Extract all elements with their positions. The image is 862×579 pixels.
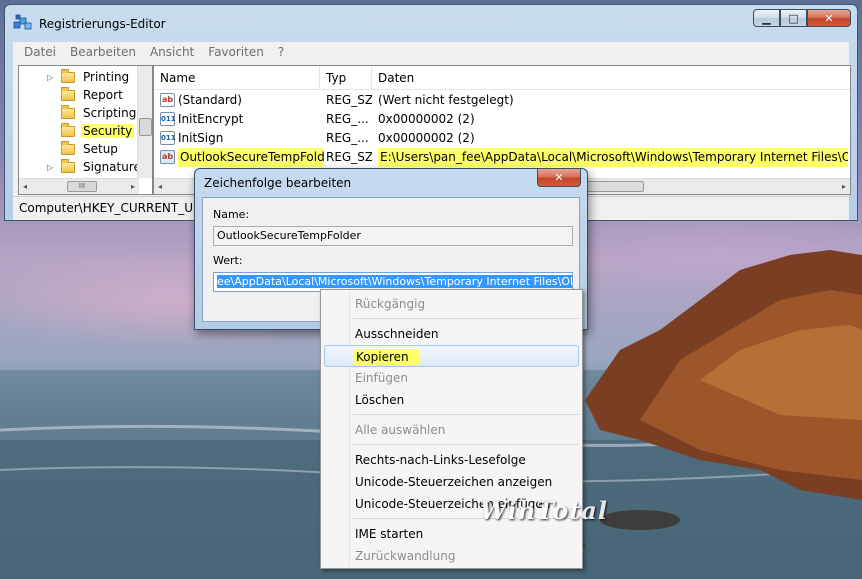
key-tree[interactable]: ▷ Printing Report Scripting Security Set…: [18, 65, 153, 195]
scroll-right-icon[interactable]: ▸: [842, 182, 846, 191]
value-data: 0x00000002 (2): [378, 112, 475, 126]
value-type: REG_SZ: [326, 93, 372, 107]
menu-favoriten[interactable]: Favoriten: [201, 45, 271, 59]
menu-item-cut[interactable]: Ausschneiden: [324, 323, 579, 345]
name-field[interactable]: OutlookSecureTempFolder: [213, 226, 573, 246]
value-label: Wert:: [213, 254, 243, 267]
folder-icon: [61, 104, 75, 119]
tree-item-label: Security: [81, 124, 135, 138]
value-type: REG_SZ: [326, 150, 372, 164]
value-row[interactable]: 011 InitEncrypt REG_... 0x00000002 (2): [154, 110, 850, 129]
value-row[interactable]: 011 InitSign REG_... 0x00000002 (2): [154, 129, 850, 148]
menu-ansicht[interactable]: Ansicht: [143, 45, 201, 59]
registry-editor-icon: [13, 14, 32, 30]
scroll-left-icon[interactable]: ◂: [158, 182, 162, 191]
menu-separator: [353, 414, 579, 415]
tree-item-security[interactable]: Security: [19, 122, 135, 140]
tree-item-label: Setup: [83, 142, 118, 156]
tree-horizontal-scrollbar[interactable]: ◂ III ▸: [19, 178, 139, 194]
minimize-button[interactable]: ▁: [753, 9, 780, 27]
string-value-icon: ab: [160, 93, 175, 107]
string-value-icon: ab: [160, 150, 175, 164]
value-type: REG_...: [326, 131, 369, 145]
tree-item-report[interactable]: Report: [19, 86, 125, 104]
scroll-left-icon[interactable]: ◂: [23, 182, 27, 191]
tree-item-scripting[interactable]: Scripting: [19, 104, 138, 122]
caption-buttons: ▁ □ ✕: [753, 9, 851, 27]
menu-item-rtl-reading-order[interactable]: Rechts-nach-Links-Lesefolge: [324, 449, 579, 471]
menu-item-delete[interactable]: Löschen: [324, 389, 579, 411]
context-menu: Rückgängig Ausschneiden Kopieren Einfüge…: [320, 289, 583, 569]
menu-help[interactable]: ?: [271, 45, 291, 59]
menu-separator: [353, 318, 579, 319]
expand-icon[interactable]: ▷: [47, 73, 55, 82]
column-header-name[interactable]: Name: [154, 66, 320, 90]
value-data: (Wert nicht festgelegt): [378, 93, 514, 107]
tree-item-setup[interactable]: Setup: [19, 140, 120, 158]
menu-datei[interactable]: Datei: [17, 45, 63, 59]
tree-item-label: Printing: [83, 70, 130, 84]
menu-item-show-unicode-control[interactable]: Unicode-Steuerzeichen anzeigen: [324, 471, 579, 493]
value-name: InitEncrypt: [178, 112, 244, 126]
scroll-thumb[interactable]: [139, 118, 152, 136]
expand-icon[interactable]: ▷: [47, 163, 55, 172]
maximize-button[interactable]: □: [780, 9, 807, 27]
window-title: Registrierungs-Editor: [39, 17, 166, 31]
dialog-title: Zeichenfolge bearbeiten: [204, 176, 352, 190]
list-header: Name Typ Daten: [154, 66, 850, 90]
scroll-thumb[interactable]: III: [67, 181, 97, 192]
folder-icon: [61, 86, 75, 101]
menu-bar: Datei Bearbeiten Ansicht Favoriten ?: [13, 42, 849, 62]
title-bar[interactable]: Registrierungs-Editor ▁ □ ✕: [5, 5, 857, 37]
value-name: InitSign: [178, 131, 224, 145]
value-name: OutlookSecureTempFolder: [178, 148, 324, 167]
menu-item-reconversion[interactable]: Zurückwandlung: [324, 545, 579, 567]
tree-item-signature[interactable]: ▷ Signature: [19, 158, 143, 176]
name-label: Name:: [213, 208, 250, 221]
binary-value-icon: 011: [160, 131, 176, 145]
value-data: 0x00000002 (2): [378, 131, 475, 145]
value-type: REG_...: [326, 112, 369, 126]
menu-item-copy[interactable]: Kopieren: [324, 345, 579, 367]
menu-bearbeiten[interactable]: Bearbeiten: [63, 45, 143, 59]
folder-icon: [61, 122, 75, 137]
folder-icon: [61, 140, 75, 155]
tree-item-printing[interactable]: ▷ Printing: [19, 68, 131, 86]
column-header-data[interactable]: Daten: [372, 66, 850, 90]
value-name: (Standard): [178, 93, 242, 107]
menu-item-select-all[interactable]: Alle auswählen: [324, 419, 579, 441]
dialog-close-button[interactable]: ✕: [537, 169, 581, 187]
watermark: WinTotal: [480, 496, 608, 525]
value-row[interactable]: ab (Standard) REG_SZ (Wert nicht festgel…: [154, 91, 850, 110]
menu-item-open-ime[interactable]: IME starten: [324, 523, 579, 545]
menu-item-paste[interactable]: Einfügen: [324, 367, 579, 389]
menu-item-undo[interactable]: Rückgängig: [324, 293, 579, 315]
folder-icon: [61, 158, 75, 173]
tree-item-label: Report: [83, 88, 123, 102]
value-row-selected[interactable]: ab OutlookSecureTempFolder REG_SZ E:\Use…: [154, 148, 850, 167]
value-data: E:\Users\pan_fee\AppData\Local\Microsoft…: [378, 148, 848, 167]
selected-text: ee\AppData\Local\Microsoft\Windows\Tempo…: [217, 275, 572, 288]
scroll-right-icon[interactable]: ▸: [131, 182, 135, 191]
binary-value-icon: 011: [160, 112, 176, 126]
close-button[interactable]: ✕: [807, 9, 851, 27]
tree-item-label: Signature: [83, 160, 141, 174]
folder-icon: [61, 68, 75, 83]
tree-item-label: Scripting: [83, 106, 137, 120]
column-header-type[interactable]: Typ: [320, 66, 372, 90]
menu-separator: [353, 444, 579, 445]
tree-vertical-scrollbar[interactable]: [137, 66, 152, 178]
